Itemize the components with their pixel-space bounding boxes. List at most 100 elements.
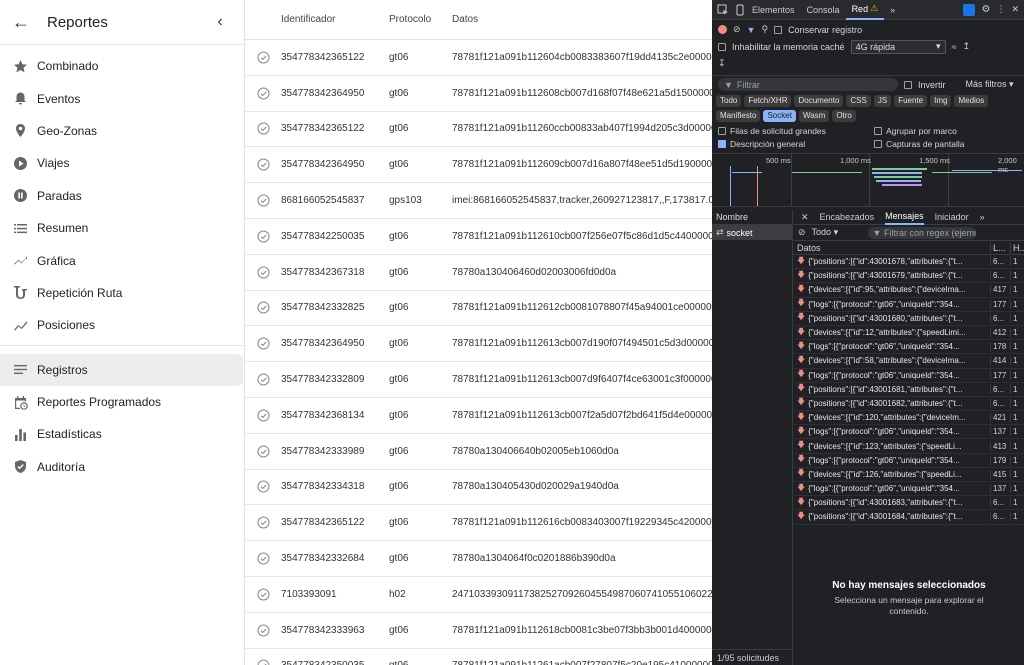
message-row[interactable]: 🡇 {"logs":[{"protocol":"gt06","uniqueId":… <box>794 454 1024 468</box>
message-row[interactable]: 🡇 {"logs":[{"protocol":"gt06","uniqueId":… <box>794 298 1024 312</box>
upload-icon[interactable]: ↥ <box>963 41 971 52</box>
sidebar-item-viajes[interactable]: Viajes <box>0 147 244 179</box>
throttle-select[interactable]: 4G rápida ▾ <box>850 39 946 54</box>
msg-col-data[interactable]: Datos <box>794 243 990 253</box>
wifi-icon[interactable]: ≈ <box>952 42 957 52</box>
search-icon[interactable]: ⚲ <box>761 24 768 35</box>
screenshots-option[interactable]: Capturas de pantalla <box>874 139 1024 149</box>
message-row[interactable]: 🡇 {"logs":[{"protocol":"gt06","uniqueId":… <box>794 425 1024 440</box>
type-filter-otro[interactable]: Otro <box>832 110 856 122</box>
close-icon[interactable]: ✕ <box>1011 4 1019 15</box>
message-row[interactable]: 🡇 {"positions":[{"id":43001678,"attribute… <box>794 255 1024 270</box>
message-row[interactable]: 🡇 {"positions":[{"id":43001682,"attribute… <box>794 397 1024 412</box>
big-rows-option[interactable]: Filas de solicitud grandes <box>718 126 874 136</box>
message-row[interactable]: 🡇 {"devices":[{"id":126,"attributes":{"sp… <box>794 468 1024 482</box>
message-row[interactable]: 🡇 {"devices":[{"id":12,"attributes":{"spe… <box>794 326 1024 341</box>
msg-col-length[interactable]: L... <box>990 242 1010 253</box>
issues-badge-icon[interactable] <box>963 3 976 16</box>
gear-icon[interactable]: ⚙ <box>981 4 990 15</box>
clear-icon[interactable]: ⊘ <box>733 24 741 35</box>
logs-table: Identificador Protocolo Datos 3547783423… <box>245 0 712 665</box>
type-filter-img[interactable]: Img <box>930 95 952 107</box>
type-filter-todo[interactable]: Todo <box>716 95 742 107</box>
sidebar-item-eventos[interactable]: Eventos <box>0 82 244 114</box>
tab-more-detail[interactable]: » <box>980 210 985 225</box>
message-regex-filter[interactable]: ▼ Filtrar con regex (ejempl <box>867 226 976 239</box>
device-toolbar-icon[interactable] <box>734 4 746 16</box>
request-row-socket[interactable]: ⇄ socket <box>712 225 792 240</box>
tab-elements[interactable]: Elementos <box>746 0 801 20</box>
message-row[interactable]: 🡇 {"devices":[{"id":123,"attributes":{"sp… <box>794 439 1024 454</box>
message-row[interactable]: 🡇 {"logs":[{"protocol":"gt06","uniqueId":… <box>794 482 1024 497</box>
overview-option[interactable]: Descripción general <box>718 139 874 149</box>
sidebar-item-posiciones[interactable]: Posiciones <box>0 309 244 341</box>
type-filter-documento[interactable]: Documento <box>794 95 844 107</box>
big-rows-checkbox[interactable] <box>718 127 726 135</box>
message-row[interactable]: 🡇 {"logs":[{"protocol":"gt06","uniqueId":… <box>794 340 1024 355</box>
overview-checkbox[interactable] <box>718 140 726 148</box>
message-data: {"positions":[{"id":43001680,"attributes… <box>808 313 963 323</box>
record-icon[interactable] <box>718 25 727 34</box>
close-detail-icon[interactable]: ✕ <box>801 210 809 225</box>
sidebar-item-registros[interactable]: Registros <box>0 353 243 386</box>
sidebar-item-estadisticas[interactable]: Estadísticas <box>0 418 244 450</box>
message-row[interactable]: 🡇 {"positions":[{"id":43001681,"attribute… <box>794 383 1024 397</box>
kebab-menu-icon[interactable]: ⋮ <box>996 4 1005 15</box>
message-row[interactable]: 🡇 {"positions":[{"id":43001684,"attribute… <box>794 510 1024 525</box>
more-filters-dropdown[interactable]: Más filtros ▾ <box>966 79 1014 90</box>
type-filter-js[interactable]: JS <box>873 95 892 107</box>
sidebar-item-reportes-programados[interactable]: Reportes Programados <box>0 386 244 418</box>
group-frame-option[interactable]: Agrupar por marco <box>874 126 1024 136</box>
message-row[interactable]: 🡇 {"devices":[{"id":120,"attributes":{"de… <box>794 411 1024 426</box>
tab-more[interactable]: » <box>884 0 901 20</box>
preserve-log-checkbox[interactable] <box>774 25 783 34</box>
sidebar-item-resumen[interactable]: Resumen <box>0 212 244 244</box>
tab-network[interactable]: Red ⚠ <box>845 0 885 20</box>
check-circle-icon <box>245 122 281 135</box>
msg-col-time[interactable]: H... <box>1010 242 1024 253</box>
screenshots-checkbox[interactable] <box>874 140 882 148</box>
chevron-left-icon[interactable]: ‹ <box>208 13 232 31</box>
arrow-back-icon[interactable]: ← <box>12 12 36 33</box>
tab-messages[interactable]: Mensajes <box>885 210 924 225</box>
table-row: 7103393091 h02 247103393091173825270926045… <box>245 577 712 613</box>
type-filter-css[interactable]: CSS <box>846 95 871 107</box>
tab-headers[interactable]: Encabezados <box>820 210 875 225</box>
message-row[interactable]: 🡇 {"positions":[{"id":43001683,"attribute… <box>794 496 1024 511</box>
message-row[interactable]: 🡇 {"devices":[{"id":95,"attributes":{"dev… <box>794 283 1024 298</box>
download-icon[interactable]: ↧ <box>718 58 726 69</box>
sidebar-item-geo-zonas[interactable]: Geo-Zonas <box>0 115 244 147</box>
sidebar-item-repeticion-ruta[interactable]: Repetición Ruta <box>0 277 244 309</box>
tab-initiator[interactable]: Iniciador <box>935 210 969 225</box>
type-filter-fuente[interactable]: Fuente <box>894 95 928 107</box>
message-row[interactable]: 🡇 {"positions":[{"id":43001679,"attribute… <box>794 269 1024 284</box>
sidebar-item-grafica[interactable]: Gráfica <box>0 244 244 276</box>
sidebar-item-paradas[interactable]: Paradas <box>0 180 244 212</box>
message-row[interactable]: 🡇 {"devices":[{"id":58,"attributes":{"dev… <box>794 354 1024 369</box>
arrow-down-icon: 🡇 <box>797 283 806 293</box>
inspect-icon[interactable] <box>717 4 729 16</box>
invert-checkbox[interactable] <box>904 80 912 89</box>
filter-input[interactable]: ▼ Filtrar <box>718 78 898 91</box>
filter-funnel-icon[interactable]: ▼ <box>747 25 756 35</box>
disable-cache-checkbox[interactable] <box>718 42 726 51</box>
shield-check-icon <box>12 459 28 475</box>
header-protocol: Protocolo <box>389 14 432 25</box>
clear-messages-icon[interactable]: ⊘ <box>798 227 806 238</box>
tab-console[interactable]: Consola <box>801 0 846 20</box>
type-filter-wasm[interactable]: Wasm <box>798 110 830 122</box>
type-filter-manifiesto[interactable]: Manifiesto <box>716 110 761 122</box>
network-overview-timeline[interactable]: 500 ms 1,000 ms 1,500 ms 2,000 ms <box>712 153 1024 207</box>
message-row[interactable]: 🡇 {"positions":[{"id":43001680,"attribute… <box>794 312 1024 326</box>
type-filter-medios[interactable]: Medios <box>954 95 989 107</box>
type-filter-socket[interactable]: Socket <box>763 110 796 122</box>
message-row[interactable]: 🡇 {"logs":[{"protocol":"gt06","uniqueId":… <box>794 369 1024 383</box>
cell-protocol: gt06 <box>389 374 409 386</box>
message-type-select[interactable]: Todo ▾ <box>812 227 862 238</box>
sidebar-item-auditoria[interactable]: Auditoría <box>0 451 244 483</box>
sidebar-item-combinado[interactable]: Combinado <box>0 50 244 82</box>
type-filter-fetch-xhr[interactable]: Fetch/XHR <box>744 95 792 107</box>
overview-label: Descripción general <box>730 139 806 149</box>
group-frame-checkbox[interactable] <box>874 127 882 135</box>
name-column-header[interactable]: Nombre <box>712 210 792 225</box>
